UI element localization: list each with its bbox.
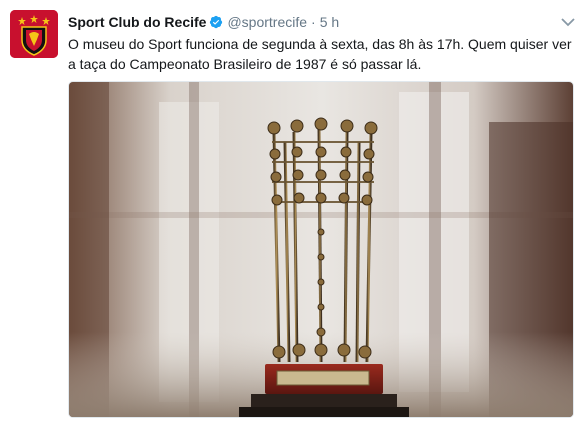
trophy-photo bbox=[69, 82, 573, 417]
tweet-card[interactable]: Sport Club do Recife @sportrecife · 5 h O m… bbox=[0, 0, 587, 425]
tweet-photo[interactable] bbox=[68, 81, 574, 418]
chevron-down-icon[interactable] bbox=[561, 14, 575, 27]
tweet-header: Sport Club do Recife @sportrecife · 5 h bbox=[68, 12, 547, 32]
author-name[interactable]: Sport Club do Recife bbox=[68, 14, 206, 30]
author-handle[interactable]: @sportrecife bbox=[227, 14, 307, 30]
sport-recife-crest-icon bbox=[10, 10, 58, 58]
avatar[interactable] bbox=[10, 10, 58, 58]
tweet-text: O museu do Sport funciona de segunda à s… bbox=[68, 36, 572, 72]
tweet-timestamp[interactable]: 5 h bbox=[320, 14, 339, 30]
verified-badge-icon bbox=[209, 14, 223, 29]
time-separator: · bbox=[311, 14, 316, 30]
